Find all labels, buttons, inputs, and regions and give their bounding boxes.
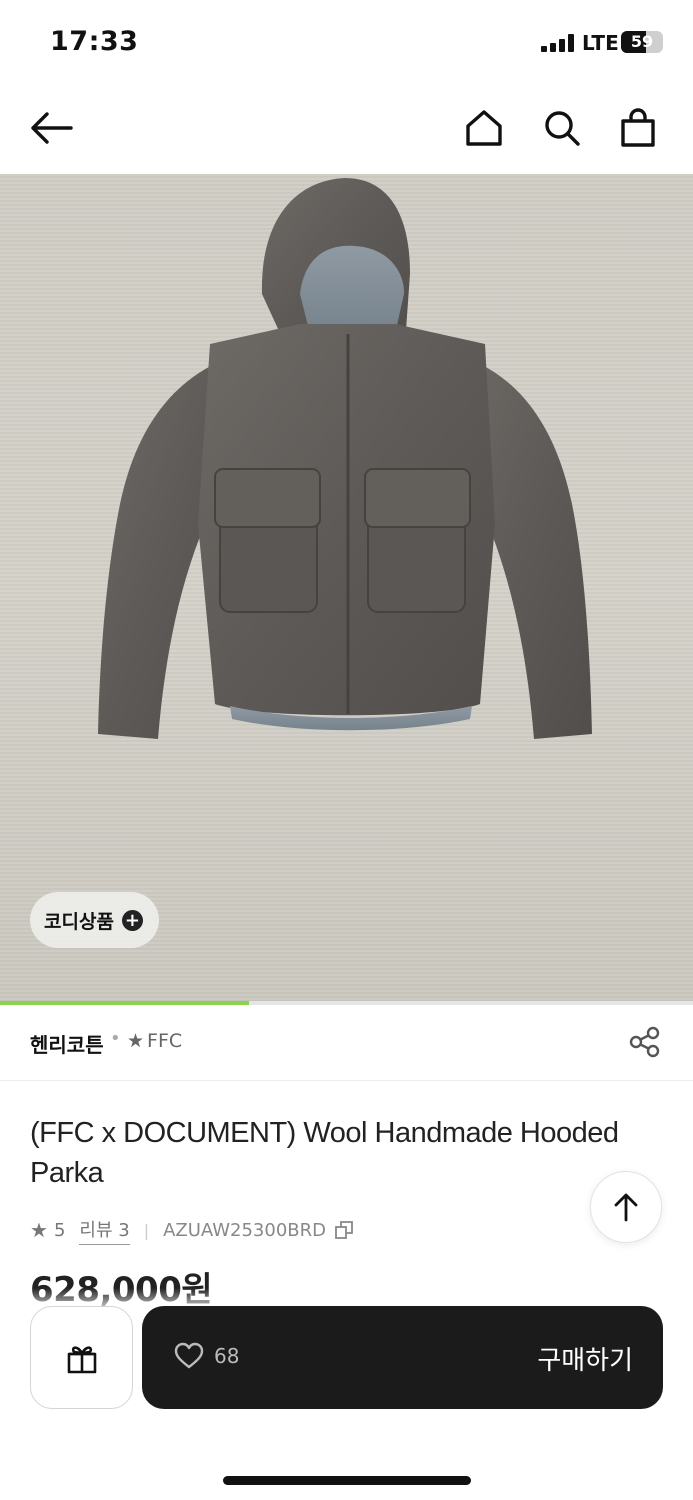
product-meta: ★ 5 리뷰 3 | AZUAW25300BRD	[30, 1215, 354, 1245]
buy-button[interactable]: 구매하기	[537, 1340, 633, 1377]
network-type: LTE	[582, 31, 619, 55]
product-title: (FFC x DOCUMENT) Wool Handmade Hooded Pa…	[30, 1117, 619, 1189]
plus-circle-icon: +	[121, 909, 143, 931]
top-nav	[0, 88, 693, 174]
copy-icon[interactable]	[334, 1220, 354, 1240]
home-icon	[466, 110, 502, 146]
share-icon[interactable]	[628, 1025, 662, 1059]
status-time: 17:33	[50, 26, 139, 57]
battery-level: 59	[630, 32, 654, 51]
rating-star-icon: ★	[30, 1218, 48, 1242]
arrow-up-icon	[614, 1193, 638, 1222]
like-button[interactable]: 68	[174, 1342, 239, 1370]
product-code: AZUAW25300BRD	[163, 1219, 327, 1241]
review-link[interactable]: 리뷰 3	[79, 1216, 130, 1245]
brand-tag[interactable]: ★ FFC	[127, 1030, 182, 1052]
brand-row: 헨리코튼 • ★ FFC	[0, 1005, 693, 1081]
search-button[interactable]	[538, 104, 586, 152]
arrow-left-icon	[31, 112, 73, 144]
status-bar: 17:33 LTE 59	[0, 0, 693, 88]
brand-tag-label: FFC	[147, 1030, 183, 1052]
star-icon: ★	[127, 1030, 145, 1052]
coordi-products-button[interactable]: 코디상품 +	[30, 892, 159, 948]
heart-icon	[174, 1342, 204, 1369]
brand-name[interactable]: 헨리코튼	[30, 1029, 104, 1058]
product-photo-jacket	[98, 178, 592, 739]
like-count: 68	[214, 1344, 240, 1368]
search-icon	[545, 111, 580, 146]
home-indicator	[223, 1476, 471, 1485]
brand-separator: •	[110, 1028, 121, 1049]
product-image[interactable]: 코디상품 +	[0, 174, 693, 1004]
gift-button[interactable]	[30, 1306, 133, 1409]
scroll-top-button[interactable]	[590, 1171, 662, 1243]
gift-icon	[67, 1345, 96, 1373]
back-button[interactable]	[28, 104, 76, 152]
signal-icon	[541, 34, 577, 52]
shopping-bag-icon	[621, 108, 655, 147]
purchase-bar: 68 구매하기	[142, 1306, 663, 1409]
coordi-label: 코디상품	[44, 910, 114, 933]
cart-button[interactable]	[614, 104, 662, 152]
rating-value: 5	[53, 1219, 66, 1241]
meta-divider: |	[143, 1220, 150, 1240]
home-button[interactable]	[460, 104, 508, 152]
battery-icon: 59	[621, 31, 663, 53]
